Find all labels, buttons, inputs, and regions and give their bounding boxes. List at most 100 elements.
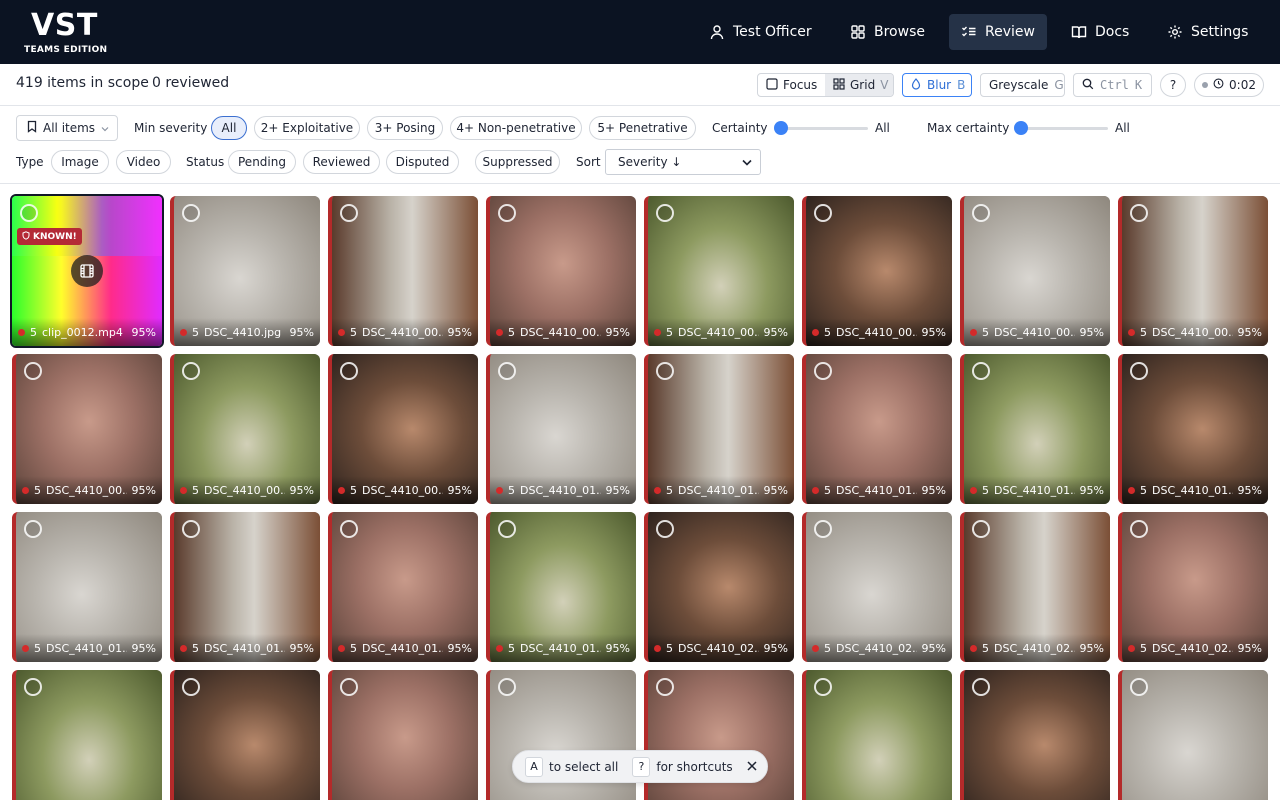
media-tile[interactable]: 5 DSC_4410_00... 95% [644, 196, 794, 346]
media-tile[interactable]: 5 DSC_4410_01... 95% [328, 512, 478, 662]
session-timer[interactable]: 0:02 [1194, 73, 1264, 97]
select-checkbox[interactable] [972, 678, 990, 696]
media-tile[interactable]: 5 DSC_4410.jpg 95% [170, 196, 320, 346]
select-checkbox[interactable] [814, 520, 832, 538]
media-tile[interactable]: 5 DSC_4410_02... 95% [644, 512, 794, 662]
shortcuts-key: ? [632, 756, 651, 777]
media-tile[interactable]: 5 DSC_4410_02... 95% [1118, 512, 1268, 662]
select-checkbox[interactable] [1130, 678, 1148, 696]
certainty-slider-thumb[interactable] [774, 121, 788, 135]
app-logo[interactable]: VST TEAMS EDITION [24, 8, 108, 58]
select-checkbox[interactable] [498, 362, 516, 380]
media-tile[interactable] [170, 670, 320, 800]
media-tile[interactable]: 5 DSC_4410_00... 95% [12, 354, 162, 504]
media-tile[interactable]: 5 DSC_4410_00... 95% [328, 196, 478, 346]
select-checkbox[interactable] [498, 678, 516, 696]
media-tile[interactable]: 5 DSC_4410_00... 95% [486, 196, 636, 346]
media-tile[interactable] [1118, 670, 1268, 800]
media-tile[interactable]: 5 DSC_4410_01... 95% [802, 354, 952, 504]
media-tile[interactable]: 5 DSC_4410_00... 95% [328, 354, 478, 504]
media-tile[interactable]: 5 DSC_4410_01... 95% [960, 354, 1110, 504]
media-tile[interactable] [328, 670, 478, 800]
select-checkbox[interactable] [20, 204, 38, 222]
select-checkbox[interactable] [1130, 520, 1148, 538]
scope-dropdown-value: All items [43, 121, 96, 135]
select-checkbox[interactable] [340, 520, 358, 538]
media-tile[interactable]: 5 DSC_4410_00... 95% [960, 196, 1110, 346]
select-checkbox[interactable] [182, 204, 200, 222]
select-checkbox[interactable] [972, 520, 990, 538]
media-tile[interactable]: 5 DSC_4410_01... 95% [12, 512, 162, 662]
logo-edition: TEAMS EDITION [24, 45, 108, 55]
select-checkbox[interactable] [814, 678, 832, 696]
select-checkbox[interactable] [340, 204, 358, 222]
media-tile[interactable]: 5 DSC_4410_01... 95% [644, 354, 794, 504]
select-checkbox[interactable] [182, 520, 200, 538]
select-checkbox[interactable] [656, 204, 674, 222]
media-tile[interactable]: 5 DSC_4410_02... 95% [960, 512, 1110, 662]
media-tile[interactable]: KNOWN! 5 clip_0012.mp4 95% [10, 194, 164, 348]
select-checkbox[interactable] [972, 204, 990, 222]
media-tile[interactable]: 5 DSC_4410_01... 95% [486, 512, 636, 662]
type-chip-image[interactable]: Image [51, 150, 109, 174]
select-checkbox[interactable] [24, 520, 42, 538]
severity-chip-4-non-penetrative[interactable]: 4+ Non-penetrative [450, 116, 582, 140]
focus-view-button[interactable]: Focus [758, 74, 825, 96]
nav-review[interactable]: Review [949, 14, 1047, 50]
max-certainty-slider-thumb[interactable] [1014, 121, 1028, 135]
type-chip-video[interactable]: Video [116, 150, 171, 174]
media-tile[interactable]: 5 DSC_4410_02... 95% [802, 512, 952, 662]
select-checkbox[interactable] [1130, 204, 1148, 222]
select-checkbox[interactable] [498, 520, 516, 538]
select-checkbox[interactable] [340, 362, 358, 380]
severity-level: 5 [30, 325, 37, 339]
media-tile[interactable]: 5 DSC_4410_00... 95% [802, 196, 952, 346]
select-checkbox[interactable] [340, 678, 358, 696]
max-certainty-slider[interactable] [1014, 121, 1108, 135]
blur-toggle[interactable]: Blur B [902, 73, 972, 97]
status-chip-disputed[interactable]: Disputed [386, 150, 459, 174]
select-checkbox[interactable] [814, 204, 832, 222]
scope-dropdown[interactable]: All items [16, 115, 118, 141]
media-tile[interactable]: 5 DSC_4410_00... 95% [170, 354, 320, 504]
media-tile[interactable]: 5 DSC_4410_01... 95% [486, 354, 636, 504]
help-button[interactable]: ? [1160, 73, 1186, 97]
nav-docs[interactable]: Docs [1059, 14, 1141, 50]
severity-chip-all[interactable]: All [211, 116, 247, 140]
select-checkbox[interactable] [814, 362, 832, 380]
greyscale-toggle[interactable]: Greyscale G [980, 73, 1065, 97]
grid-view-button[interactable]: Grid V [825, 74, 893, 96]
select-checkbox[interactable] [972, 362, 990, 380]
certainty-slider[interactable] [774, 121, 868, 135]
media-tile[interactable] [802, 670, 952, 800]
select-checkbox[interactable] [656, 678, 674, 696]
media-tile[interactable]: 5 DSC_4410_01... 95% [170, 512, 320, 662]
select-checkbox[interactable] [24, 678, 42, 696]
select-checkbox[interactable] [1130, 362, 1148, 380]
severity-chip-3-posing[interactable]: 3+ Posing [367, 116, 443, 140]
file-name: DSC_4410_01... [994, 483, 1075, 497]
video-film-icon[interactable] [71, 255, 103, 287]
media-tile[interactable] [960, 670, 1110, 800]
severity-chip-2-exploitative[interactable]: 2+ Exploitative [254, 116, 360, 140]
nav-browse[interactable]: Browse [838, 14, 937, 50]
select-checkbox[interactable] [498, 204, 516, 222]
status-chip-pending[interactable]: Pending [228, 150, 296, 174]
nav-test-officer[interactable]: Test Officer [697, 14, 824, 50]
media-tile[interactable] [12, 670, 162, 800]
select-checkbox[interactable] [24, 362, 42, 380]
select-checkbox[interactable] [182, 362, 200, 380]
nav-settings[interactable]: Settings [1155, 14, 1260, 50]
media-tile[interactable]: 5 DSC_4410_00... 95% [1118, 196, 1268, 346]
command-search-button[interactable]: Ctrl K [1073, 73, 1152, 97]
close-icon[interactable] [747, 760, 757, 774]
media-tile[interactable]: 5 DSC_4410_01... 95% [1118, 354, 1268, 504]
severity-chip-5-penetrative[interactable]: 5+ Penetrative [589, 116, 696, 140]
file-name: DSC_4410_00... [678, 325, 759, 339]
sort-select[interactable]: Severity ↓ [605, 149, 761, 175]
select-checkbox[interactable] [656, 520, 674, 538]
status-chip-suppressed[interactable]: Suppressed [475, 150, 560, 174]
select-checkbox[interactable] [656, 362, 674, 380]
select-checkbox[interactable] [182, 678, 200, 696]
status-chip-reviewed[interactable]: Reviewed [303, 150, 380, 174]
